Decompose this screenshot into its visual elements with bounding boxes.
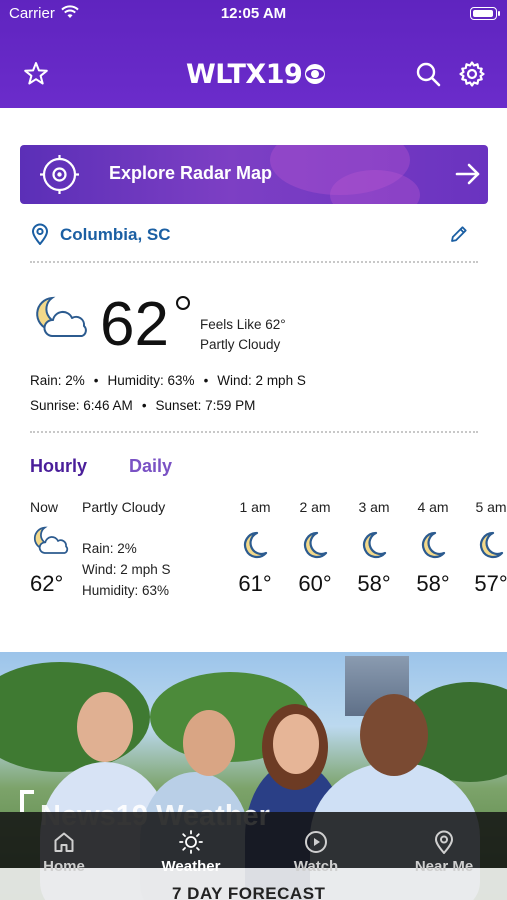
humidity: Humidity: 63%	[107, 373, 195, 388]
location-name[interactable]: Columbia, SC	[60, 225, 171, 245]
degree-symbol	[176, 296, 190, 310]
tab-watch[interactable]: Watch	[266, 812, 366, 875]
battery-icon	[470, 7, 500, 20]
current-stats-row: Rain: 2% • Humidity: 63% • Wind: 2 mph S	[30, 373, 306, 388]
radar-icon	[40, 155, 79, 194]
hour-time: 3 am	[358, 499, 390, 515]
tab-label: Home	[43, 858, 85, 875]
sunrise: Sunrise: 6:46 AM	[30, 398, 133, 413]
hourly-now-condition: Partly Cloudy	[82, 499, 166, 515]
hero-person-head	[360, 694, 428, 776]
pencil-icon[interactable]	[449, 224, 469, 244]
hour-temp: 60°	[298, 571, 332, 596]
wind: Wind: 2 mph S	[217, 373, 306, 388]
hourly-item: 5 am 57°	[466, 499, 507, 597]
moon-icon	[303, 531, 328, 559]
divider	[30, 431, 478, 433]
feels-like: Feels Like 62°	[200, 317, 286, 332]
hourly-item: 1 am 61°	[230, 499, 280, 597]
brand-logo: WLTX19	[186, 56, 326, 92]
search-icon[interactable]	[415, 61, 441, 87]
current-temperature: 62	[100, 290, 169, 359]
moon-icon	[362, 531, 387, 559]
hero-person-head	[77, 692, 133, 762]
hour-temp: 58°	[416, 571, 450, 596]
app-header: Carrier 12:05 AM WLTX19	[0, 0, 507, 108]
hero-frame-corner	[20, 790, 34, 812]
radar-label: Explore Radar Map	[109, 163, 273, 183]
tab-label: Watch	[293, 858, 339, 875]
hourly-now-temp: 62°	[30, 571, 64, 596]
tab-near-me[interactable]: Near Me	[394, 812, 494, 875]
location-pin-icon	[434, 830, 454, 854]
hour-time: 5 am	[475, 499, 507, 515]
sun-times-row: Sunrise: 6:46 AM • Sunset: 7:59 PM	[30, 398, 256, 413]
star-icon[interactable]	[22, 60, 50, 88]
location-pin-icon[interactable]	[30, 223, 50, 245]
logo-text: WLTX19	[186, 58, 303, 90]
partly-cloudy-night-icon	[33, 526, 69, 554]
cbs-eye-icon	[305, 64, 326, 84]
home-icon	[54, 832, 74, 852]
hour-temp: 61°	[238, 571, 272, 596]
moon-icon	[243, 531, 268, 559]
explore-radar-button[interactable]: Explore Radar Map	[20, 145, 488, 204]
sun-icon	[179, 830, 203, 854]
moon-icon	[479, 531, 504, 559]
hour-time: 1 am	[239, 499, 271, 515]
hourly-item: 3 am 58°	[349, 499, 399, 597]
gear-icon[interactable]	[458, 60, 486, 88]
hour-temp: 58°	[357, 571, 391, 596]
divider	[30, 261, 478, 263]
current-condition: Partly Cloudy	[200, 337, 281, 352]
tab-hourly[interactable]: Hourly	[30, 456, 87, 477]
section-heading-7-day: 7 DAY FORECAST	[172, 884, 326, 900]
partly-cloudy-night-icon	[36, 296, 87, 337]
status-time: 12:05 AM	[220, 5, 287, 22]
hour-time: 4 am	[417, 499, 449, 515]
moon-icon	[421, 531, 446, 559]
arrow-right-icon	[455, 163, 480, 185]
tab-label: Weather	[161, 858, 221, 875]
hourly-now-label: Now	[30, 499, 59, 515]
hourly-item: 2 am 60°	[290, 499, 340, 597]
status-bar: Carrier 12:05 AM	[0, 0, 507, 28]
hourly-now-humidity: Humidity: 63%	[82, 583, 170, 598]
hero-person-head	[183, 710, 235, 776]
hourly-now-wind: Wind: 2 mph S	[82, 562, 171, 577]
hour-temp: 57°	[474, 571, 507, 596]
tab-daily[interactable]: Daily	[129, 456, 172, 477]
tab-home[interactable]: Home	[14, 812, 114, 875]
tab-label: Near Me	[414, 858, 474, 875]
hourly-now-rain: Rain: 2%	[82, 541, 137, 556]
sunset: Sunset: 7:59 PM	[155, 398, 256, 413]
hour-time: 2 am	[299, 499, 331, 515]
hero-person-head	[273, 714, 319, 774]
rain-chance: Rain: 2%	[30, 373, 85, 388]
play-icon	[305, 831, 327, 853]
tab-weather[interactable]: Weather	[141, 812, 241, 875]
hourly-item: 4 am 58°	[408, 499, 458, 597]
